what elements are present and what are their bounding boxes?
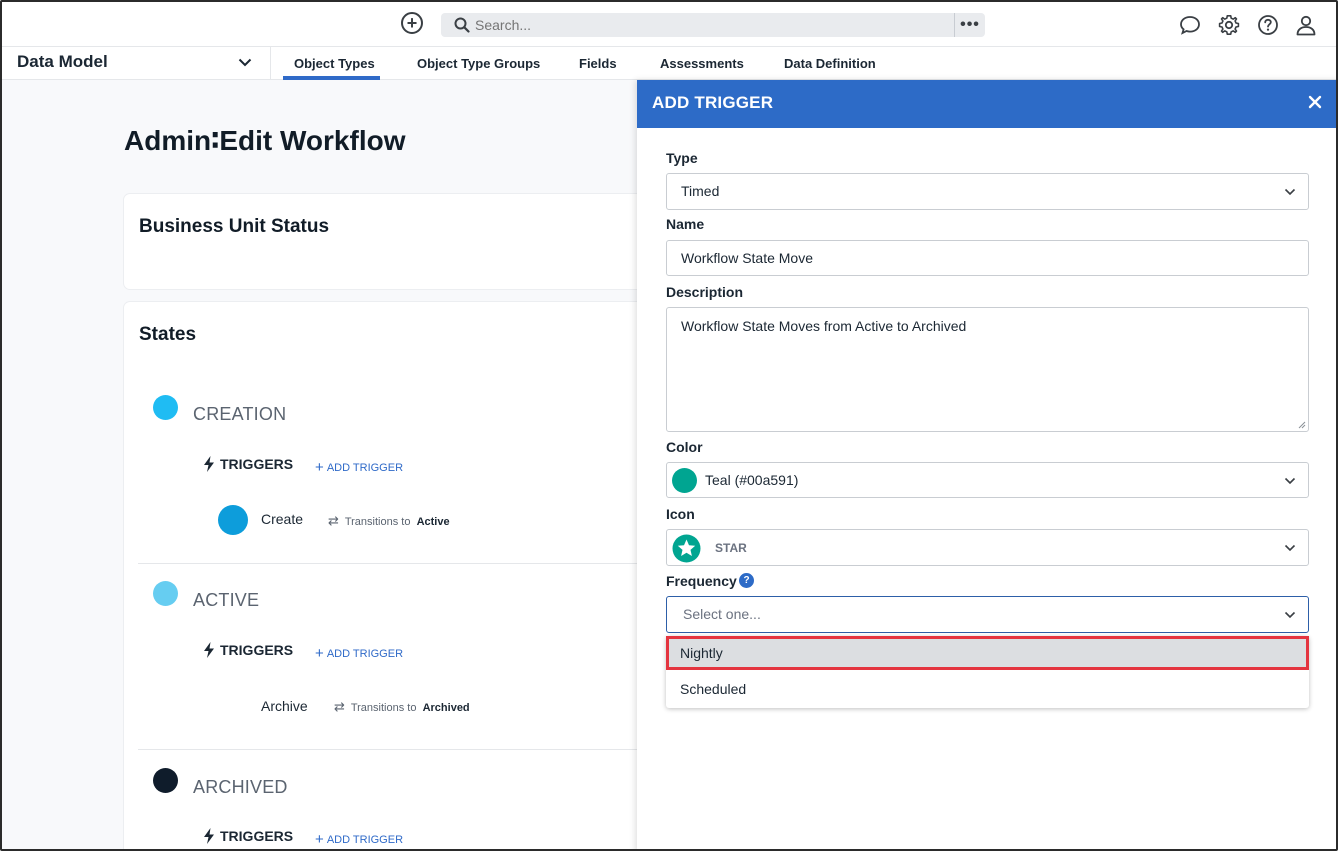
state-name[interactable]: ACTIVE <box>193 590 259 611</box>
option-label: Nightly <box>680 645 723 661</box>
state-divider <box>138 749 638 750</box>
active-tab-indicator <box>283 76 380 80</box>
workflow-name: Business Unit Status <box>139 216 330 237</box>
triggers-label: TRIGGERS <box>220 642 294 658</box>
chevron-down-icon <box>1284 477 1296 485</box>
nav-divider <box>270 47 271 80</box>
description-label: Description <box>666 284 744 300</box>
option-scheduled[interactable]: Scheduled <box>666 672 1309 706</box>
add-trigger-label: ADD TRIGGER <box>326 462 404 474</box>
page-title: Admin∶Edit Workflow <box>124 125 406 156</box>
icon-label: Icon <box>666 506 695 522</box>
states-heading: States <box>139 324 197 345</box>
color-swatch <box>672 468 697 493</box>
name-value: Workflow State Move <box>681 250 814 266</box>
add-trigger-button[interactable]: + ADD TRIGGER <box>315 644 404 662</box>
close-icon[interactable] <box>1308 95 1322 109</box>
state-color-dot <box>153 395 178 420</box>
add-trigger-label: ADD TRIGGER <box>326 834 404 846</box>
triggers-label: TRIGGERS <box>220 828 294 844</box>
star-icon <box>672 534 701 563</box>
add-trigger-button[interactable]: + ADD TRIGGER <box>315 830 404 848</box>
name-field[interactable]: Workflow State Move <box>666 240 1309 276</box>
transition-icon: ⇄ <box>334 699 345 714</box>
transition-icon: ⇄ <box>328 513 339 528</box>
help-icon[interactable]: ? <box>739 573 754 588</box>
frequency-placeholder: Select one... <box>683 606 761 622</box>
state-color-dot <box>153 581 178 606</box>
bolt-icon <box>204 828 214 844</box>
transition-target: Active <box>416 516 450 528</box>
tab-fields[interactable]: Fields <box>579 56 617 71</box>
description-value: Workflow State Moves from Active to Arch… <box>681 318 967 334</box>
transition-info: ⇄ Transitions to Active <box>328 513 450 529</box>
icon-select[interactable]: STAR <box>666 529 1309 566</box>
chevron-down-icon[interactable] <box>238 58 252 67</box>
chevron-down-icon <box>1284 544 1296 552</box>
add-trigger-label: ADD TRIGGER <box>326 648 404 660</box>
transition-label: Transitions to <box>344 516 411 528</box>
chevron-down-icon <box>1284 611 1296 619</box>
type-select[interactable]: Timed <box>666 173 1309 210</box>
trigger-icon-dot <box>218 505 248 535</box>
chevron-down-icon <box>1284 188 1296 196</box>
add-trigger-button[interactable]: + ADD TRIGGER <box>315 458 404 476</box>
color-value: Teal (#00a591) <box>705 472 799 488</box>
search-bar[interactable]: ••• <box>441 13 985 37</box>
tab-object-types[interactable]: Object Types <box>294 56 375 71</box>
module-selector[interactable]: Data Model <box>17 52 108 72</box>
workflow-name-card: Business Unit Status <box>124 194 684 289</box>
color-label: Color <box>666 439 703 455</box>
user-icon[interactable] <box>1295 14 1317 36</box>
transition-target: Archived <box>422 702 470 714</box>
option-label: Scheduled <box>680 681 747 697</box>
states-card: States <box>124 302 684 849</box>
type-value: Timed <box>681 183 720 199</box>
state-name[interactable]: ARCHIVED <box>193 777 288 798</box>
bolt-icon <box>204 456 214 472</box>
plus-icon: + <box>315 831 324 848</box>
frequency-select[interactable]: Select one... <box>666 596 1309 633</box>
option-nightly[interactable]: Nightly <box>666 636 1309 670</box>
top-bar: + ••• <box>2 2 1336 46</box>
gear-icon[interactable] <box>1218 14 1240 36</box>
add-icon[interactable]: + <box>401 12 423 34</box>
plus-icon: + <box>315 645 324 662</box>
module-nav: Data Model Object Types Object Type Grou… <box>2 46 1336 80</box>
panel-header: ADD TRIGGER <box>637 80 1336 128</box>
panel-title: ADD TRIGGER <box>652 93 774 112</box>
add-trigger-panel: ADD TRIGGER Type Timed Name Workflow Sta… <box>637 80 1336 849</box>
search-icon <box>454 17 470 33</box>
trigger-name[interactable]: Archive <box>261 698 308 714</box>
transition-info: ⇄ Transitions to Archived <box>334 699 470 715</box>
plus-icon: + <box>315 459 324 476</box>
resize-handle-icon[interactable] <box>1298 421 1306 429</box>
color-select[interactable]: Teal (#00a591) <box>666 462 1309 498</box>
bolt-icon <box>204 642 214 658</box>
type-label: Type <box>666 150 698 166</box>
tab-data-definition[interactable]: Data Definition <box>784 56 876 71</box>
chat-icon[interactable] <box>1179 14 1201 36</box>
trigger-name[interactable]: Create <box>261 511 303 527</box>
name-label: Name <box>666 216 705 232</box>
frequency-dropdown: Nightly Scheduled <box>666 636 1309 708</box>
state-name[interactable]: CREATION <box>193 404 286 425</box>
tab-assessments[interactable]: Assessments <box>660 56 744 71</box>
search-input[interactable] <box>475 13 955 37</box>
help-icon[interactable] <box>1257 14 1279 36</box>
state-color-dot <box>153 768 178 793</box>
app-window: + ••• Data Model <box>0 0 1338 851</box>
tab-object-type-groups[interactable]: Object Type Groups <box>417 56 540 71</box>
description-field[interactable]: Workflow State Moves from Active to Arch… <box>666 307 1309 432</box>
icon-value: STAR <box>715 541 747 555</box>
frequency-label: Frequency <box>666 573 737 589</box>
transition-label: Transitions to <box>350 702 417 714</box>
triggers-label: TRIGGERS <box>220 456 294 472</box>
more-icon[interactable]: ••• <box>954 13 985 37</box>
state-divider <box>138 563 638 564</box>
